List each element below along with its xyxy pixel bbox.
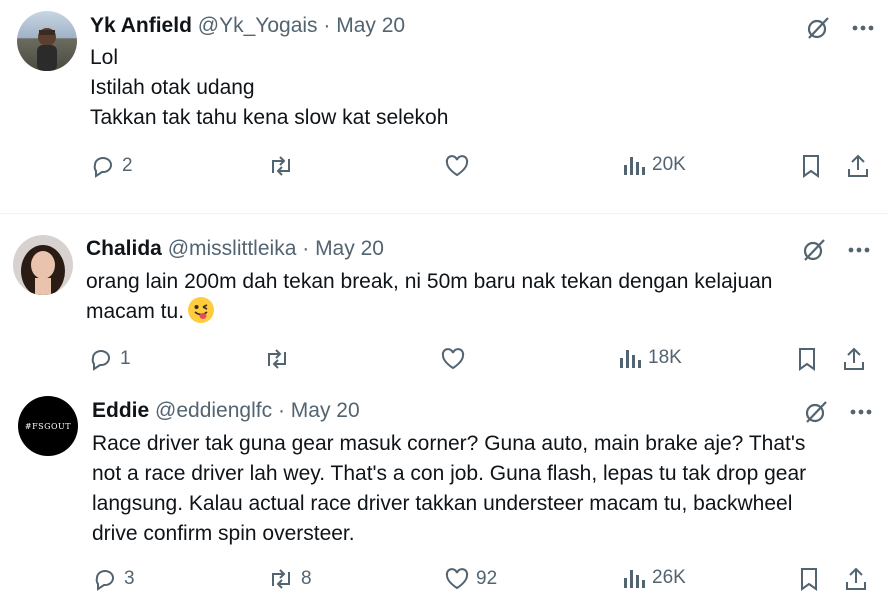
tweet-header: Yk Anfield @Yk_Yogais · May 20	[90, 13, 405, 39]
tweet-line: Istilah otak udang	[90, 76, 255, 99]
like-count: 92	[476, 568, 498, 589]
tweet-line: langsung. Kalau actual race driver takka…	[92, 492, 793, 515]
grok-icon[interactable]	[804, 14, 832, 42]
reply-icon	[91, 350, 110, 371]
tweet-actions: 2 20K	[0, 153, 889, 183]
retweet-icon	[268, 349, 286, 369]
tweet-3[interactable]: #FSGOUT Eddie @eddienglfc · May 20 Race …	[0, 384, 889, 601]
separator-dot: ·	[323, 14, 331, 37]
reply-icon	[93, 157, 112, 178]
tweet-line-text: macam tu.	[86, 300, 185, 323]
tweet-header: Chalida @misslittleika · May 20	[86, 236, 384, 262]
reply-count: 2	[122, 155, 133, 176]
bookmark-icon	[803, 155, 819, 178]
tweet-date[interactable]: May 20	[291, 399, 360, 422]
like-button[interactable]	[440, 346, 472, 372]
like-button[interactable]: 92	[444, 566, 497, 592]
reply-count: 3	[124, 568, 135, 589]
tweet-line: not a race driver lah wey. That's a con …	[92, 462, 807, 485]
tweet-date[interactable]: May 20	[315, 237, 384, 260]
share-icon	[846, 567, 866, 590]
tweet-1[interactable]: Yk Anfield @Yk_Yogais · May 20 Lol Istil…	[0, 0, 889, 200]
separator-dot: ·	[302, 237, 310, 260]
retweet-button[interactable]: 8	[267, 566, 312, 592]
grok-icon[interactable]	[802, 398, 830, 426]
more-icon[interactable]	[850, 408, 872, 416]
author-name[interactable]: Chalida	[86, 237, 162, 260]
avatar[interactable]	[13, 235, 73, 295]
tweet-text: Lol Istilah otak udang Takkan tak tahu k…	[90, 43, 448, 133]
views-icon	[620, 350, 641, 368]
reply-icon	[95, 570, 114, 591]
share-button[interactable]	[842, 346, 866, 372]
tweet-date[interactable]: May 20	[336, 14, 405, 37]
share-icon	[844, 347, 864, 370]
bookmark-icon	[799, 348, 815, 371]
author-handle[interactable]: @eddienglfc	[155, 399, 272, 422]
more-icon[interactable]	[848, 246, 870, 254]
bookmark-button[interactable]	[798, 566, 820, 592]
views-button[interactable]: 20K	[622, 153, 686, 177]
bookmark-icon	[801, 568, 817, 591]
share-button[interactable]	[844, 566, 868, 592]
retweet-icon	[272, 156, 290, 176]
share-button[interactable]	[846, 153, 870, 179]
separator-dot: ·	[277, 399, 285, 422]
author-handle[interactable]: @misslittleika	[168, 237, 297, 260]
more-icon[interactable]	[852, 24, 874, 32]
reply-button[interactable]: 3	[92, 566, 135, 592]
bookmark-button[interactable]	[800, 153, 822, 179]
views-count: 20K	[652, 154, 686, 175]
tweet-header: Eddie @eddienglfc · May 20	[92, 398, 360, 424]
tweet-2[interactable]: Chalida @misslittleika · May 20 orang la…	[0, 214, 889, 384]
retweet-icon	[272, 569, 290, 589]
retweet-button[interactable]	[267, 153, 301, 179]
author-name[interactable]: Eddie	[92, 399, 149, 422]
like-button[interactable]	[444, 153, 476, 179]
tweet-actions: 1 18K	[0, 346, 889, 376]
tongue-wink-emoji	[188, 297, 215, 323]
views-icon	[624, 570, 645, 588]
views-button[interactable]: 18K	[618, 346, 682, 370]
views-count: 18K	[648, 347, 682, 368]
bookmark-button[interactable]	[796, 346, 818, 372]
like-icon	[441, 348, 465, 370]
views-count: 26K	[652, 567, 686, 588]
like-icon	[445, 155, 469, 177]
share-icon	[848, 154, 868, 177]
tweet-text: orang lain 200m dah tekan break, ni 50m …	[86, 267, 772, 327]
views-icon	[624, 157, 645, 175]
tweet-line: Lol	[90, 46, 119, 69]
like-icon	[445, 568, 469, 590]
reply-button[interactable]: 2	[90, 153, 133, 179]
reply-count: 1	[120, 348, 131, 369]
retweet-button[interactable]	[263, 346, 297, 372]
reply-button[interactable]: 1	[88, 346, 131, 372]
tweet-line: orang lain 200m dah tekan break, ni 50m …	[86, 270, 773, 293]
avatar[interactable]: #FSGOUT	[18, 396, 78, 456]
grok-icon[interactable]	[800, 236, 828, 264]
avatar[interactable]	[17, 11, 77, 71]
author-handle[interactable]: @Yk_Yogais	[198, 14, 318, 37]
avatar-label: #FSGOUT	[24, 421, 72, 431]
views-button[interactable]: 26K	[622, 566, 686, 590]
tweet-line: macam tu.	[86, 297, 772, 327]
tweet-actions: 3 8 92 26K	[0, 566, 889, 596]
retweet-count: 8	[301, 568, 312, 589]
tweet-line: Takkan tak tahu kena slow kat selekoh	[90, 106, 449, 129]
tweet-line: Race driver tak guna gear masuk corner? …	[92, 432, 806, 455]
tweet-line: drive confirm spin oversteer.	[92, 522, 355, 545]
tweet-text: Race driver tak guna gear masuk corner? …	[92, 429, 806, 549]
author-name[interactable]: Yk Anfield	[90, 14, 192, 37]
